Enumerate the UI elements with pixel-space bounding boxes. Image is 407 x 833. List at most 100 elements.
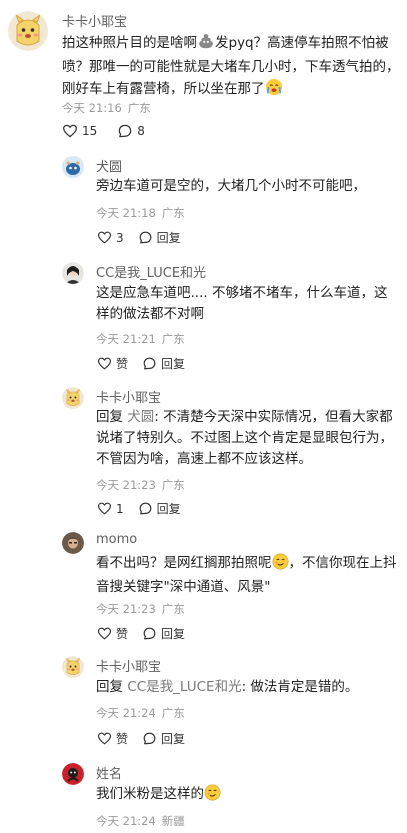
reply-body: 我们米粉是这样的 [96,786,204,802]
reply-text: 我们米粉是这样的 [96,784,398,808]
reply-text: 旁边车道可是空的，大堵几个小时不可能吧， [96,178,366,194]
reply-username[interactable]: 姓名 [96,763,122,782]
comment-bubble-icon [138,230,153,245]
like-button[interactable]: 1 [97,501,124,516]
heart-icon [97,356,112,371]
comment-actions: 15 8 [62,123,145,139]
like-label: 赞 [116,732,129,746]
reply-label: 回复 [161,732,186,746]
reply-location: 新疆 [161,814,185,828]
like-button[interactable]: 赞 [97,625,128,642]
heart-icon [97,626,112,641]
avatar[interactable] [62,656,84,678]
comment-bubble-icon [142,626,157,641]
reply-button[interactable]: 回复 [142,625,185,642]
reply-meta: 今天 21:21 广东 [96,331,185,347]
mention-link[interactable]: 犬圆 [127,409,154,425]
person-avatar-icon [62,532,84,554]
heart-icon [97,230,112,245]
reply-actions: 3 回复 [97,229,181,246]
reply-label: 回复 [161,627,186,641]
reply-text: 回复 犬圆: 不清楚今天深中实际情况，但看大家都说堵了特别久。不过图上这个肯定是… [96,407,398,470]
like-button[interactable]: 赞 [97,355,128,372]
smirk-face-emoji-icon [272,553,289,577]
reply-location: 广东 [161,478,185,492]
like-count: 15 [82,124,98,138]
reply-actions: 赞 回复 [97,355,185,372]
reply-button[interactable]: 回复 [138,229,181,246]
reply-time: 今天 21:21 [96,332,156,346]
reply-username[interactable]: 卡卡小耶宝 [96,656,161,675]
like-button[interactable]: 赞 [97,730,128,747]
reply-text: 这是应急车道吧.... 不够堵不堵车，什么车道，这样的做法都不对啊 [96,285,388,322]
dog-avatar-icon [62,156,84,178]
reply-username[interactable]: 卡卡小耶宝 [96,387,161,406]
heart-icon [62,123,78,139]
reply-time: 今天 21:23 [96,602,156,616]
reply-button[interactable]: 回复 [142,730,185,747]
reply-location: 广东 [161,706,185,720]
reply-text: 看不出吗？是网红搁那拍照呢 ，不信你现在上抖音搜关键字"深中通道、风景" [96,553,398,598]
like-button[interactable]: 3 [97,230,124,245]
avatar[interactable] [62,387,84,409]
reply-body: : 做法肯定是错的。 [241,679,359,695]
reply-prefix: 回复 [96,409,123,425]
reply-meta: 今天 21:23 广东 [96,477,185,493]
reply-meta: 今天 21:24 广东 [96,705,185,721]
person-avatar-icon [62,262,84,284]
reply-time: 今天 21:24 [96,706,156,720]
bear-avatar-icon [8,11,48,51]
comment-text-part1: 拍这种照片目的是啥啊 [62,35,197,51]
avatar[interactable] [62,532,84,554]
reply-location: 广东 [161,206,185,220]
like-label: 赞 [116,627,129,641]
reply-count: 8 [137,124,145,138]
bear-avatar-icon [62,387,84,409]
reply-meta: 今天 21:24 新疆 [96,813,185,829]
reply-prefix: 回复 [96,679,123,695]
comment-meta: 今天 21:16 广东 [62,100,151,116]
avatar[interactable] [8,11,48,51]
reply-time: 今天 21:18 [96,206,156,220]
avatar[interactable] [62,156,84,178]
reply-location: 广东 [161,602,185,616]
red-character-avatar-icon [62,763,84,785]
comment-bubble-icon [142,731,157,746]
reply-body-part1: 看不出吗？是网红搁那拍照呢 [96,555,272,571]
reply-button[interactable]: 回复 [142,355,185,372]
reply-text: 回复 CC是我_LUCE和光: 做法肯定是错的。 [96,677,398,698]
comment-time: 今天 21:16 [62,101,122,115]
reply-location: 广东 [161,332,185,346]
reply-count-button[interactable]: 8 [117,123,145,139]
like-button[interactable]: 15 [62,123,97,139]
comment-bubble-icon [138,501,153,516]
reply-actions: 赞 回复 [97,625,185,642]
comment-location: 广东 [127,101,151,115]
reply-username[interactable]: momo [96,532,137,547]
smirk-face-emoji-icon [204,784,221,808]
avatar[interactable] [62,262,84,284]
like-count: 1 [116,501,124,516]
reply-label: 回复 [156,502,181,516]
reply-meta: 今天 21:23 广东 [96,601,185,617]
bear-avatar-icon [62,656,84,678]
reply-username[interactable]: CC是我_LUCE和光 [96,262,206,281]
comment-bubble-icon [117,123,133,139]
crying-face-emoji-icon [265,78,283,103]
like-count: 3 [116,230,124,245]
reply-time: 今天 21:23 [96,478,156,492]
reply-time: 今天 21:24 [96,814,156,828]
reply-meta: 今天 21:18 广东 [96,205,185,221]
mention-link[interactable]: CC是我_LUCE和光 [127,679,241,695]
heart-icon [97,731,112,746]
poop-emoji-icon [197,32,215,57]
reply-label: 回复 [156,231,181,245]
reply-label: 回复 [161,357,186,371]
comment-username[interactable]: 卡卡小耶宝 [62,11,127,30]
avatar[interactable] [62,763,84,785]
comment-text: 拍这种照片目的是啥啊 发pyq？高速停车拍照不怕被喷？那唯一的可能性就是大堵车几小… [62,32,402,103]
comment-bubble-icon [142,356,157,371]
reply-button[interactable]: 回复 [138,500,181,517]
reply-username[interactable]: 犬圆 [96,156,122,175]
reply-actions: 1 回复 [97,500,181,517]
